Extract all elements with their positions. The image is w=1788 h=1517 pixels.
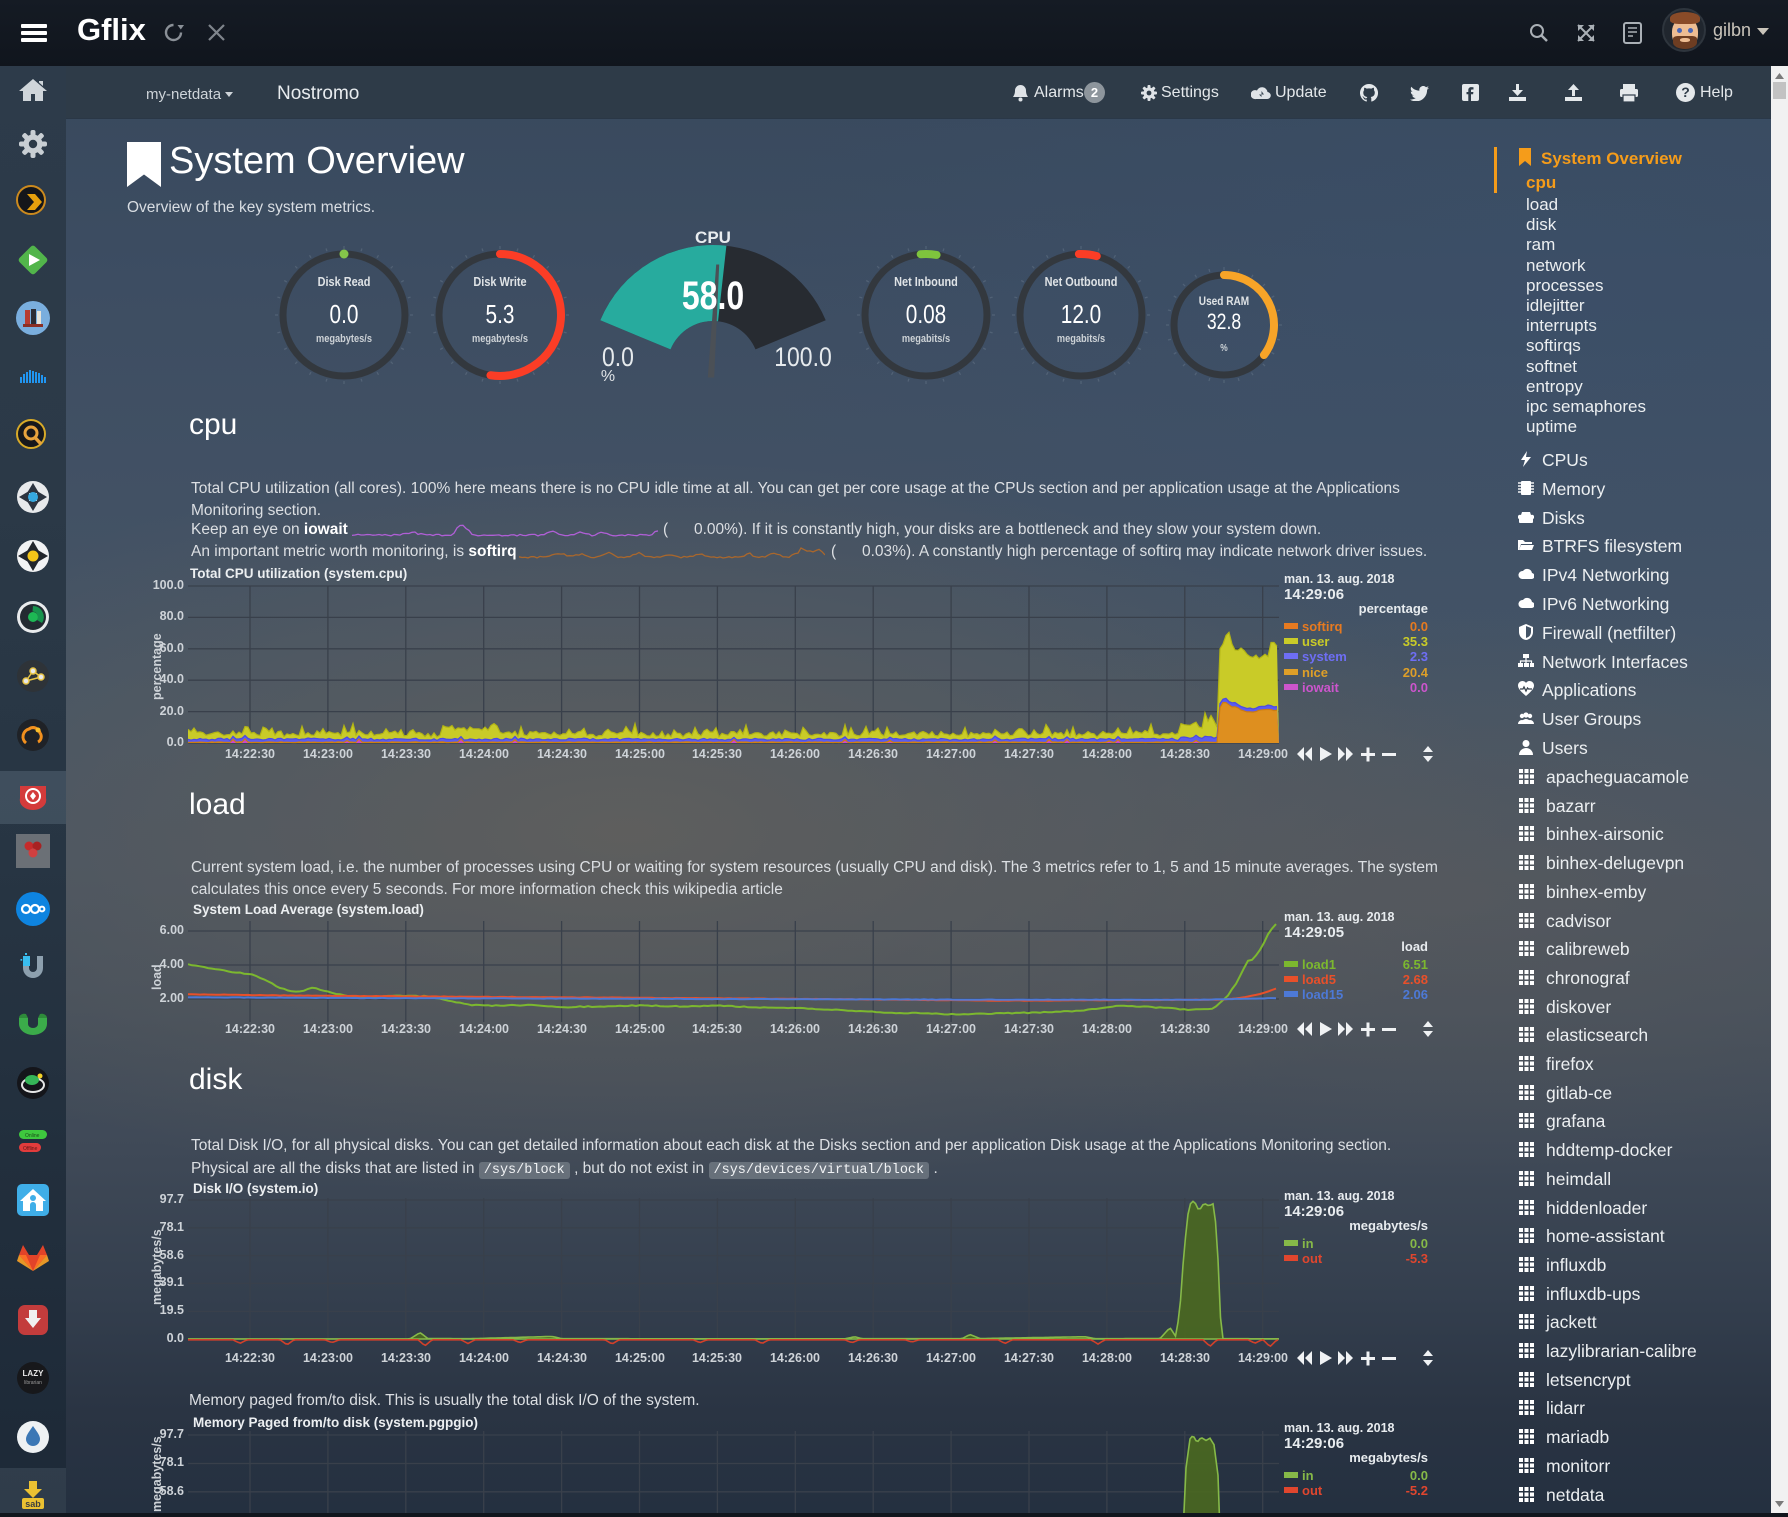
svg-text:Offline: Offline [23, 1146, 38, 1152]
svg-text:Online: Online [25, 1133, 40, 1139]
svg-text:librarian: librarian [24, 1380, 42, 1386]
svg-text:LAZY: LAZY [23, 1369, 45, 1378]
